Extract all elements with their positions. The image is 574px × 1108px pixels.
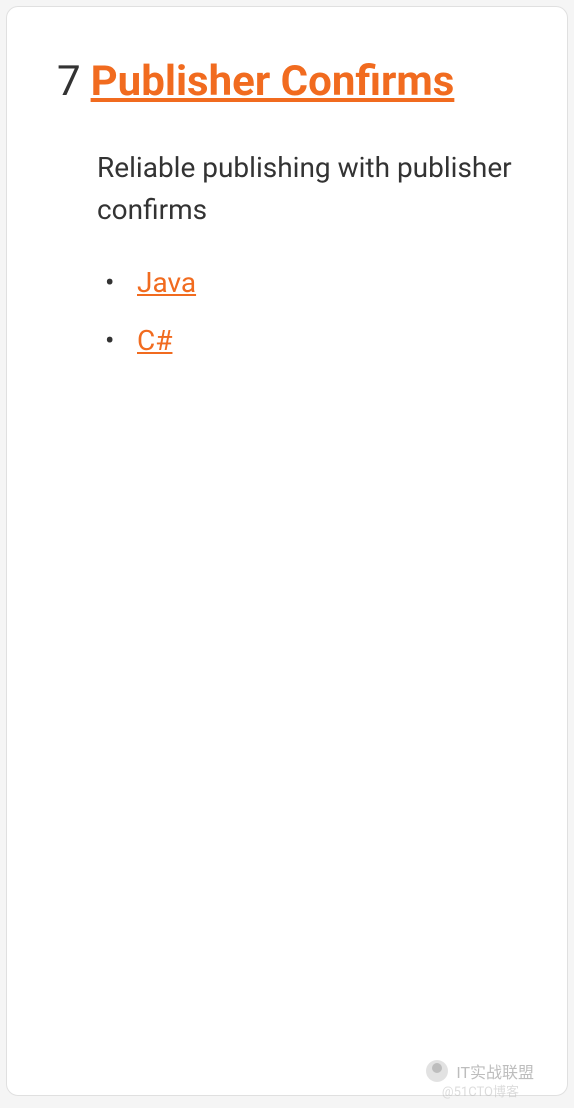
watermark-icon xyxy=(426,1060,448,1082)
watermark-text: IT实战联盟 xyxy=(456,1059,534,1083)
section-number: 7 xyxy=(57,57,81,106)
csharp-link[interactable]: C# xyxy=(137,324,172,357)
java-link[interactable]: Java xyxy=(137,266,196,299)
list-item: Java xyxy=(97,266,527,299)
section-description: Reliable publishing with publisher confi… xyxy=(97,147,527,231)
content-card: 7 Publisher Confirms Reliable publishing… xyxy=(6,6,568,1096)
section-title-link[interactable]: Publisher Confirms xyxy=(91,57,455,107)
language-links-list: Java C# xyxy=(97,266,527,357)
section-heading: 7 Publisher Confirms xyxy=(57,57,527,107)
list-item: C# xyxy=(97,324,527,357)
watermark: IT实战联盟 xyxy=(426,1059,534,1083)
watermark-sub: @51CTO博客 xyxy=(442,1081,519,1100)
